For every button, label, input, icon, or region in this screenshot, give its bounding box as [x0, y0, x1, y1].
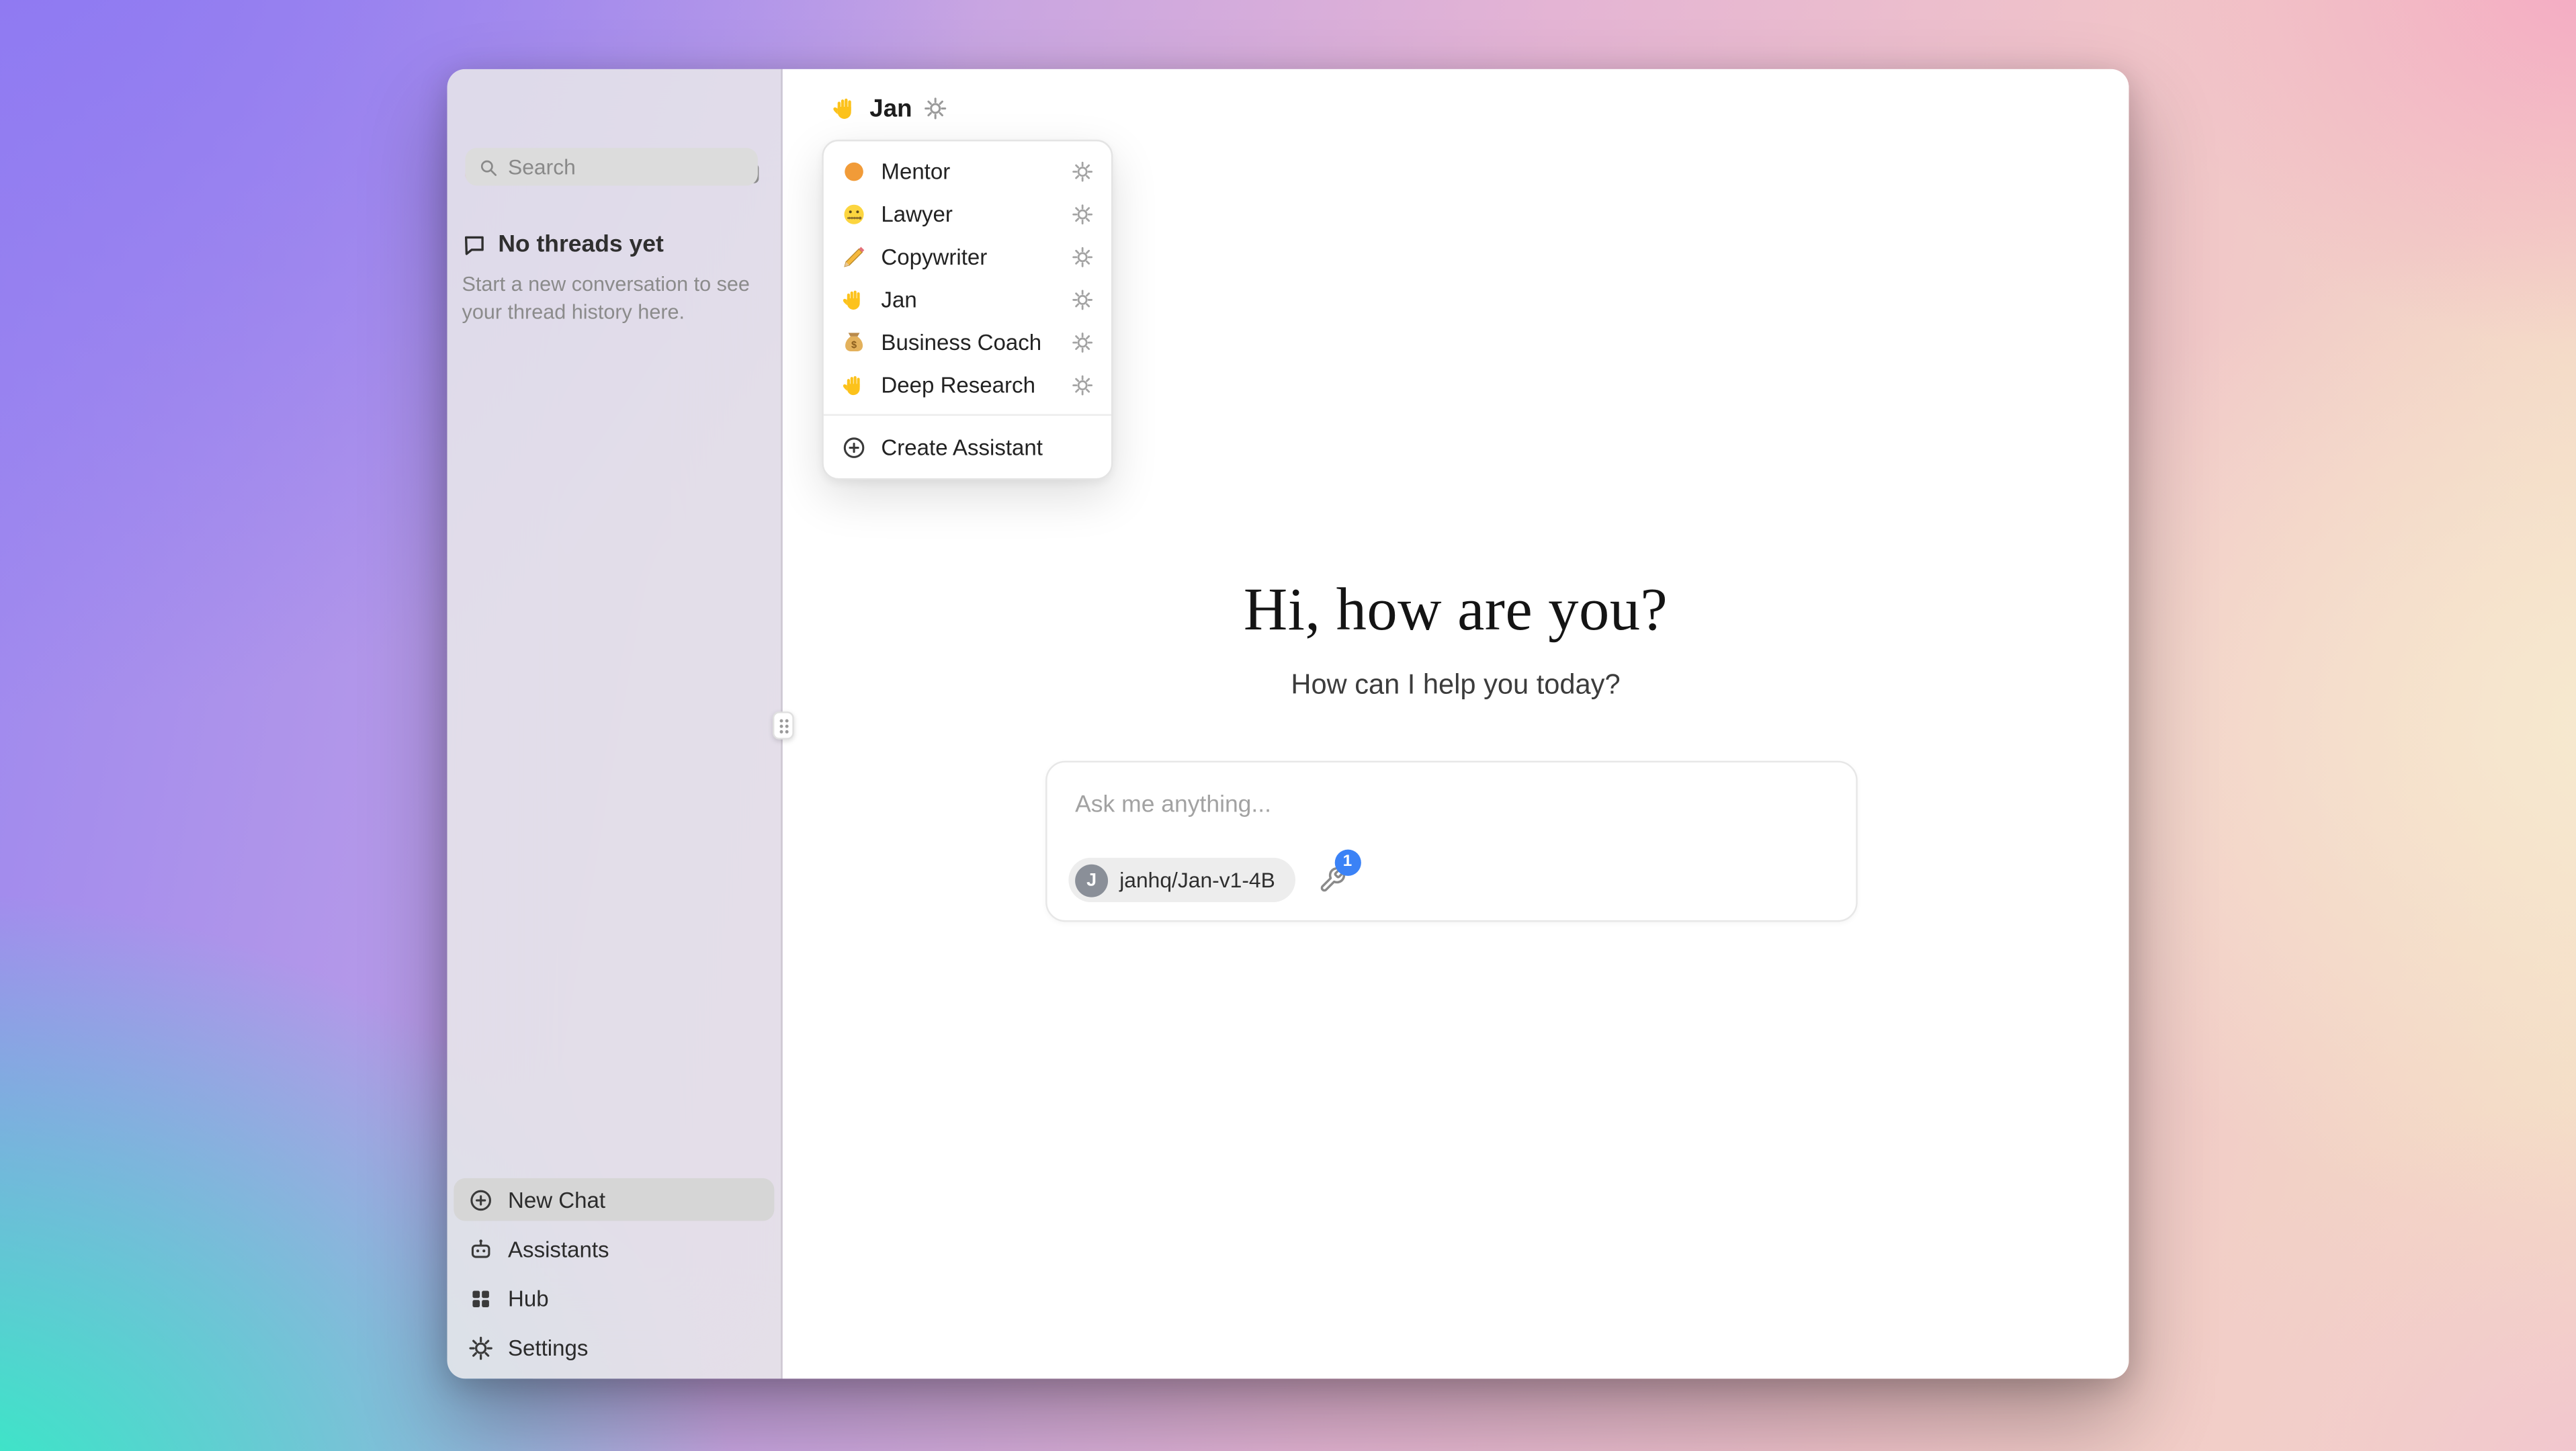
- waving-hand-icon: [842, 372, 867, 397]
- menu-item-label: Lawyer: [881, 202, 1057, 226]
- model-selector[interactable]: J janhq/Jan-v1-4B: [1068, 858, 1295, 902]
- chat-bubble-icon: [462, 232, 487, 257]
- gear-icon[interactable]: [1072, 331, 1093, 353]
- nav-label: Assistants: [508, 1237, 609, 1262]
- tools-count-badge: 1: [1334, 848, 1361, 875]
- search-icon: [478, 157, 498, 177]
- gear-icon: [468, 1335, 493, 1360]
- gear-icon[interactable]: [1072, 161, 1093, 182]
- search-placeholder: Search: [508, 155, 576, 179]
- sidebar-item-new-chat[interactable]: New Chat: [454, 1178, 774, 1221]
- menu-item-lawyer[interactable]: Lawyer: [824, 192, 1111, 235]
- menu-item-jan[interactable]: Jan: [824, 277, 1111, 320]
- menu-item-label: Jan: [881, 287, 1057, 312]
- threads-empty-state: No threads yet Start a new conversation …: [462, 232, 765, 327]
- gear-icon[interactable]: [1072, 374, 1093, 396]
- menu-divider: [824, 414, 1111, 415]
- nav-label: Hub: [508, 1286, 549, 1311]
- sidebar-nav: New Chat Assistants Hub Settings: [454, 1172, 774, 1369]
- tools-button[interactable]: 1: [1318, 865, 1347, 895]
- greeting-title: Hi, how are you?: [783, 575, 2129, 646]
- message-composer[interactable]: Ask me anything... J janhq/Jan-v1-4B 1: [1045, 761, 1858, 922]
- sidebar-item-assistants[interactable]: Assistants: [454, 1227, 774, 1270]
- menu-item-mentor[interactable]: Mentor: [824, 150, 1111, 193]
- current-assistant-name: Jan: [869, 95, 912, 123]
- sidebar-item-hub[interactable]: Hub: [454, 1277, 774, 1320]
- menu-item-label: Copywriter: [881, 244, 1057, 269]
- gear-icon[interactable]: [1072, 288, 1093, 310]
- menu-item-label: Deep Research: [881, 372, 1057, 397]
- nav-label: New Chat: [508, 1187, 605, 1212]
- desktop-background: Search No threads yet Start a new conver…: [0, 0, 2576, 1451]
- empty-state-title: No threads yet: [498, 232, 663, 258]
- menu-item-deep-research[interactable]: Deep Research: [824, 363, 1111, 406]
- assistant-settings-gear-icon[interactable]: [924, 97, 947, 120]
- menu-item-business-coach[interactable]: Business Coach: [824, 320, 1111, 363]
- menu-item-label: Mentor: [881, 159, 1057, 183]
- sidebar: Search No threads yet Start a new conver…: [447, 69, 783, 1379]
- greeting-subtitle: How can I help you today?: [783, 669, 2129, 702]
- orange-circle-icon: [842, 159, 867, 183]
- greeting: Hi, how are you? How can I help you toda…: [783, 575, 2129, 701]
- app-window: Search No threads yet Start a new conver…: [447, 69, 2129, 1379]
- nav-label: Settings: [508, 1335, 588, 1360]
- model-avatar: J: [1075, 863, 1108, 896]
- gear-icon[interactable]: [1072, 203, 1093, 224]
- zipper-face-icon: [842, 202, 867, 226]
- waving-hand-icon: [842, 287, 867, 312]
- pencil-icon: [842, 244, 867, 269]
- gear-icon[interactable]: [1072, 246, 1093, 267]
- main-panel: Jan Mentor Lawyer Copywriter: [783, 69, 2129, 1379]
- composer-placeholder[interactable]: Ask me anything...: [1075, 792, 1271, 818]
- grip-dots-icon: [775, 714, 791, 737]
- assistant-menu: Mentor Lawyer Copywriter Jan: [822, 140, 1113, 480]
- sidebar-resize-handle[interactable]: [773, 711, 794, 740]
- menu-item-copywriter[interactable]: Copywriter: [824, 235, 1111, 278]
- menu-item-label: Business Coach: [881, 329, 1057, 354]
- create-assistant-button[interactable]: Create Assistant: [824, 424, 1111, 470]
- sidebar-item-settings[interactable]: Settings: [454, 1326, 774, 1369]
- waving-hand-icon: [832, 95, 858, 122]
- assistant-selector[interactable]: Jan: [832, 92, 947, 125]
- plus-circle-icon: [842, 435, 867, 459]
- robot-icon: [468, 1237, 493, 1262]
- empty-state-description: Start a new conversation to see your thr…: [462, 271, 765, 327]
- grid-icon: [468, 1286, 493, 1311]
- plus-circle-icon: [468, 1187, 493, 1212]
- create-assistant-label: Create Assistant: [881, 435, 1043, 459]
- search-input[interactable]: Search: [465, 148, 758, 185]
- model-name: janhq/Jan-v1-4B: [1119, 868, 1275, 893]
- money-bag-icon: [842, 329, 867, 354]
